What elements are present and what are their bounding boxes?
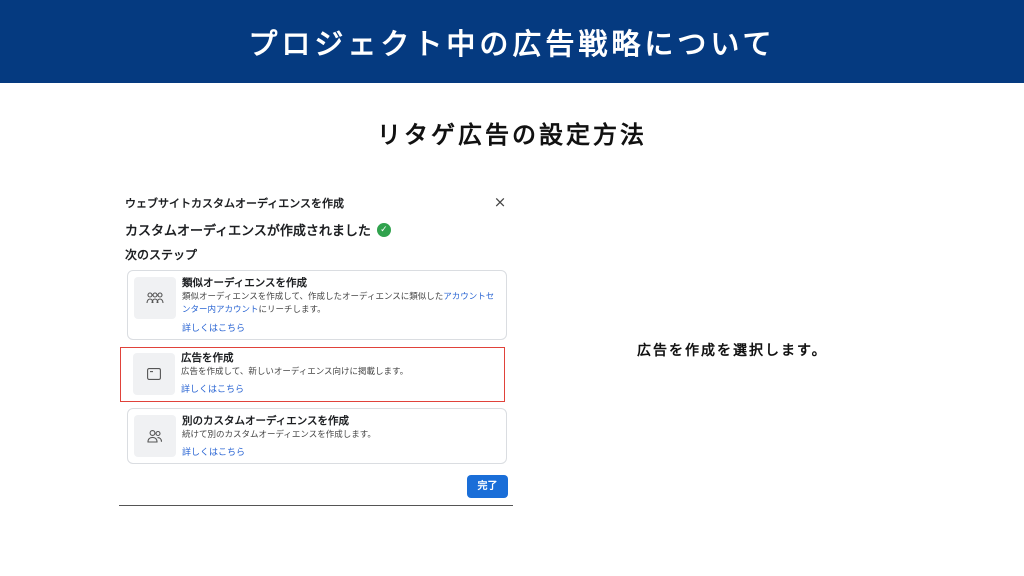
people-pair-icon bbox=[134, 415, 176, 457]
header-bar: プロジェクト中の広告戦略について bbox=[0, 0, 1024, 83]
option-another-custom-audience[interactable]: 別のカスタムオーディエンスを作成 続けて別のカスタムオーディエンスを作成します。… bbox=[127, 408, 507, 464]
option-description: 類似オーディエンスを作成して、作成したオーディエンスに類似したアカウントセンター… bbox=[182, 291, 500, 316]
instruction-note: 広告を作成を選択します。 bbox=[637, 343, 828, 359]
close-icon[interactable]: × bbox=[492, 194, 508, 210]
option-lookalike-audience[interactable]: 類似オーディエンスを作成 類似オーディエンスを作成して、作成したオーディエンスに… bbox=[127, 270, 507, 340]
check-circle-icon: ✓ bbox=[376, 222, 391, 237]
people-group-icon bbox=[134, 277, 176, 319]
status-text: カスタムオーディエンスが作成されました bbox=[125, 224, 371, 239]
option-desc-text-end: にリーチします。 bbox=[258, 304, 326, 315]
option-body: 広告を作成 広告を作成して、新しいオーディエンス向けに掲載します。 bbox=[181, 351, 498, 379]
option-body: 別のカスタムオーディエンスを作成 続けて別のカスタムオーディエンスを作成します。 bbox=[182, 414, 500, 442]
learn-more-link[interactable]: 詳しくはこちら bbox=[182, 447, 245, 459]
option-title: 広告を作成 bbox=[181, 352, 234, 364]
ad-window-icon bbox=[133, 353, 175, 395]
learn-more-link[interactable]: 詳しくはこちら bbox=[182, 323, 245, 335]
dialog-title: ウェブサイトカスタムオーディエンスを作成 bbox=[125, 197, 345, 210]
option-desc-text: 類似オーディエンスを作成して、作成したオーディエンスに類似した bbox=[182, 292, 444, 302]
section-title: リタゲ広告の設定方法 bbox=[377, 121, 647, 149]
next-steps-label: 次のステップ bbox=[125, 248, 198, 262]
option-description: 広告を作成して、新しいオーディエンス向けに掲載します。 bbox=[181, 367, 409, 377]
done-button[interactable]: 完了 bbox=[467, 475, 508, 498]
option-body: 類似オーディエンスを作成 類似オーディエンスを作成して、作成したオーディエンスに… bbox=[182, 276, 500, 316]
option-description: 続けて別のカスタムオーディエンスを作成します。 bbox=[182, 430, 376, 440]
status-row: カスタムオーディエンスが作成されました ✓ bbox=[125, 220, 391, 239]
option-title: 別のカスタムオーディエンスを作成 bbox=[182, 415, 350, 427]
custom-audience-dialog: ウェブサイトカスタムオーディエンスを作成 × カスタムオーディエンスが作成されま… bbox=[119, 186, 513, 506]
option-title: 類似オーディエンスを作成 bbox=[182, 277, 308, 289]
option-create-ad[interactable]: 広告を作成 広告を作成して、新しいオーディエンス向けに掲載します。 詳しくはこち… bbox=[120, 347, 505, 402]
header-title: プロジェクト中の広告戦略について bbox=[248, 26, 776, 61]
learn-more-link[interactable]: 詳しくはこちら bbox=[181, 384, 244, 396]
